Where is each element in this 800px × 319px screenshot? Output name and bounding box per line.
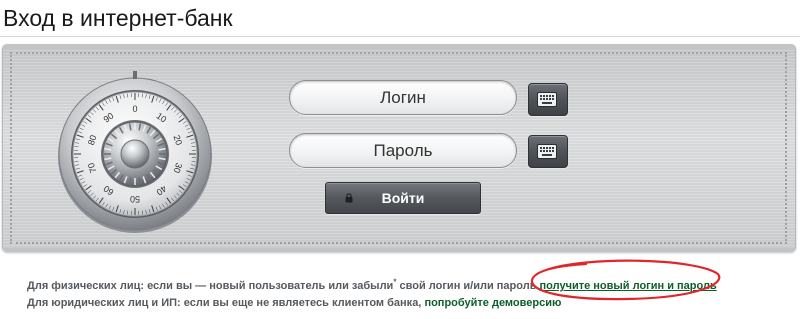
panel-stitch-top [16, 52, 782, 54]
dial-number: 50 [130, 194, 140, 204]
panel-stitch-left [10, 52, 12, 244]
page-title: Вход в интернет-банк [3, 5, 233, 31]
dial-number: 0 [132, 104, 137, 114]
legal-entities-text: Для юридических лиц и ИП: если вы еще не… [27, 297, 422, 309]
panel-stitch-bottom [16, 242, 782, 244]
keyboard-icon [537, 144, 557, 159]
individuals-info: Для физических лиц: если вы — новый поль… [27, 278, 717, 293]
keyboard-icon [537, 92, 557, 107]
panel-top-strip [2, 44, 796, 48]
login-field[interactable] [289, 80, 517, 115]
safe-dial-icon: 0102030405060708090 [58, 71, 212, 233]
demo-version-link[interactable]: попробуйте демоверсию [424, 297, 561, 309]
login-virtual-keyboard-button[interactable] [528, 83, 568, 116]
login-panel: 0 10 20 30 40 50 60 70 80 90 [2, 44, 796, 252]
password-input[interactable] [290, 134, 516, 168]
header-divider [0, 36, 800, 37]
get-new-credentials-link[interactable]: получите новый логин и пароль [540, 280, 717, 292]
individuals-text: Для физических лиц: если вы — новый поль… [27, 280, 394, 292]
login-submit-label: Войти [381, 190, 425, 206]
panel-stitch-right [785, 52, 787, 244]
login-input[interactable] [290, 81, 516, 115]
password-virtual-keyboard-button[interactable] [528, 135, 568, 168]
individuals-text-2: свой логин и/или пароль [396, 280, 537, 292]
panel-bottom-strip [2, 248, 796, 252]
legal-entities-info: Для юридических лиц и ИП: если вы еще не… [27, 296, 561, 310]
password-field[interactable] [289, 133, 517, 168]
login-submit-button[interactable]: Войти [325, 182, 481, 214]
